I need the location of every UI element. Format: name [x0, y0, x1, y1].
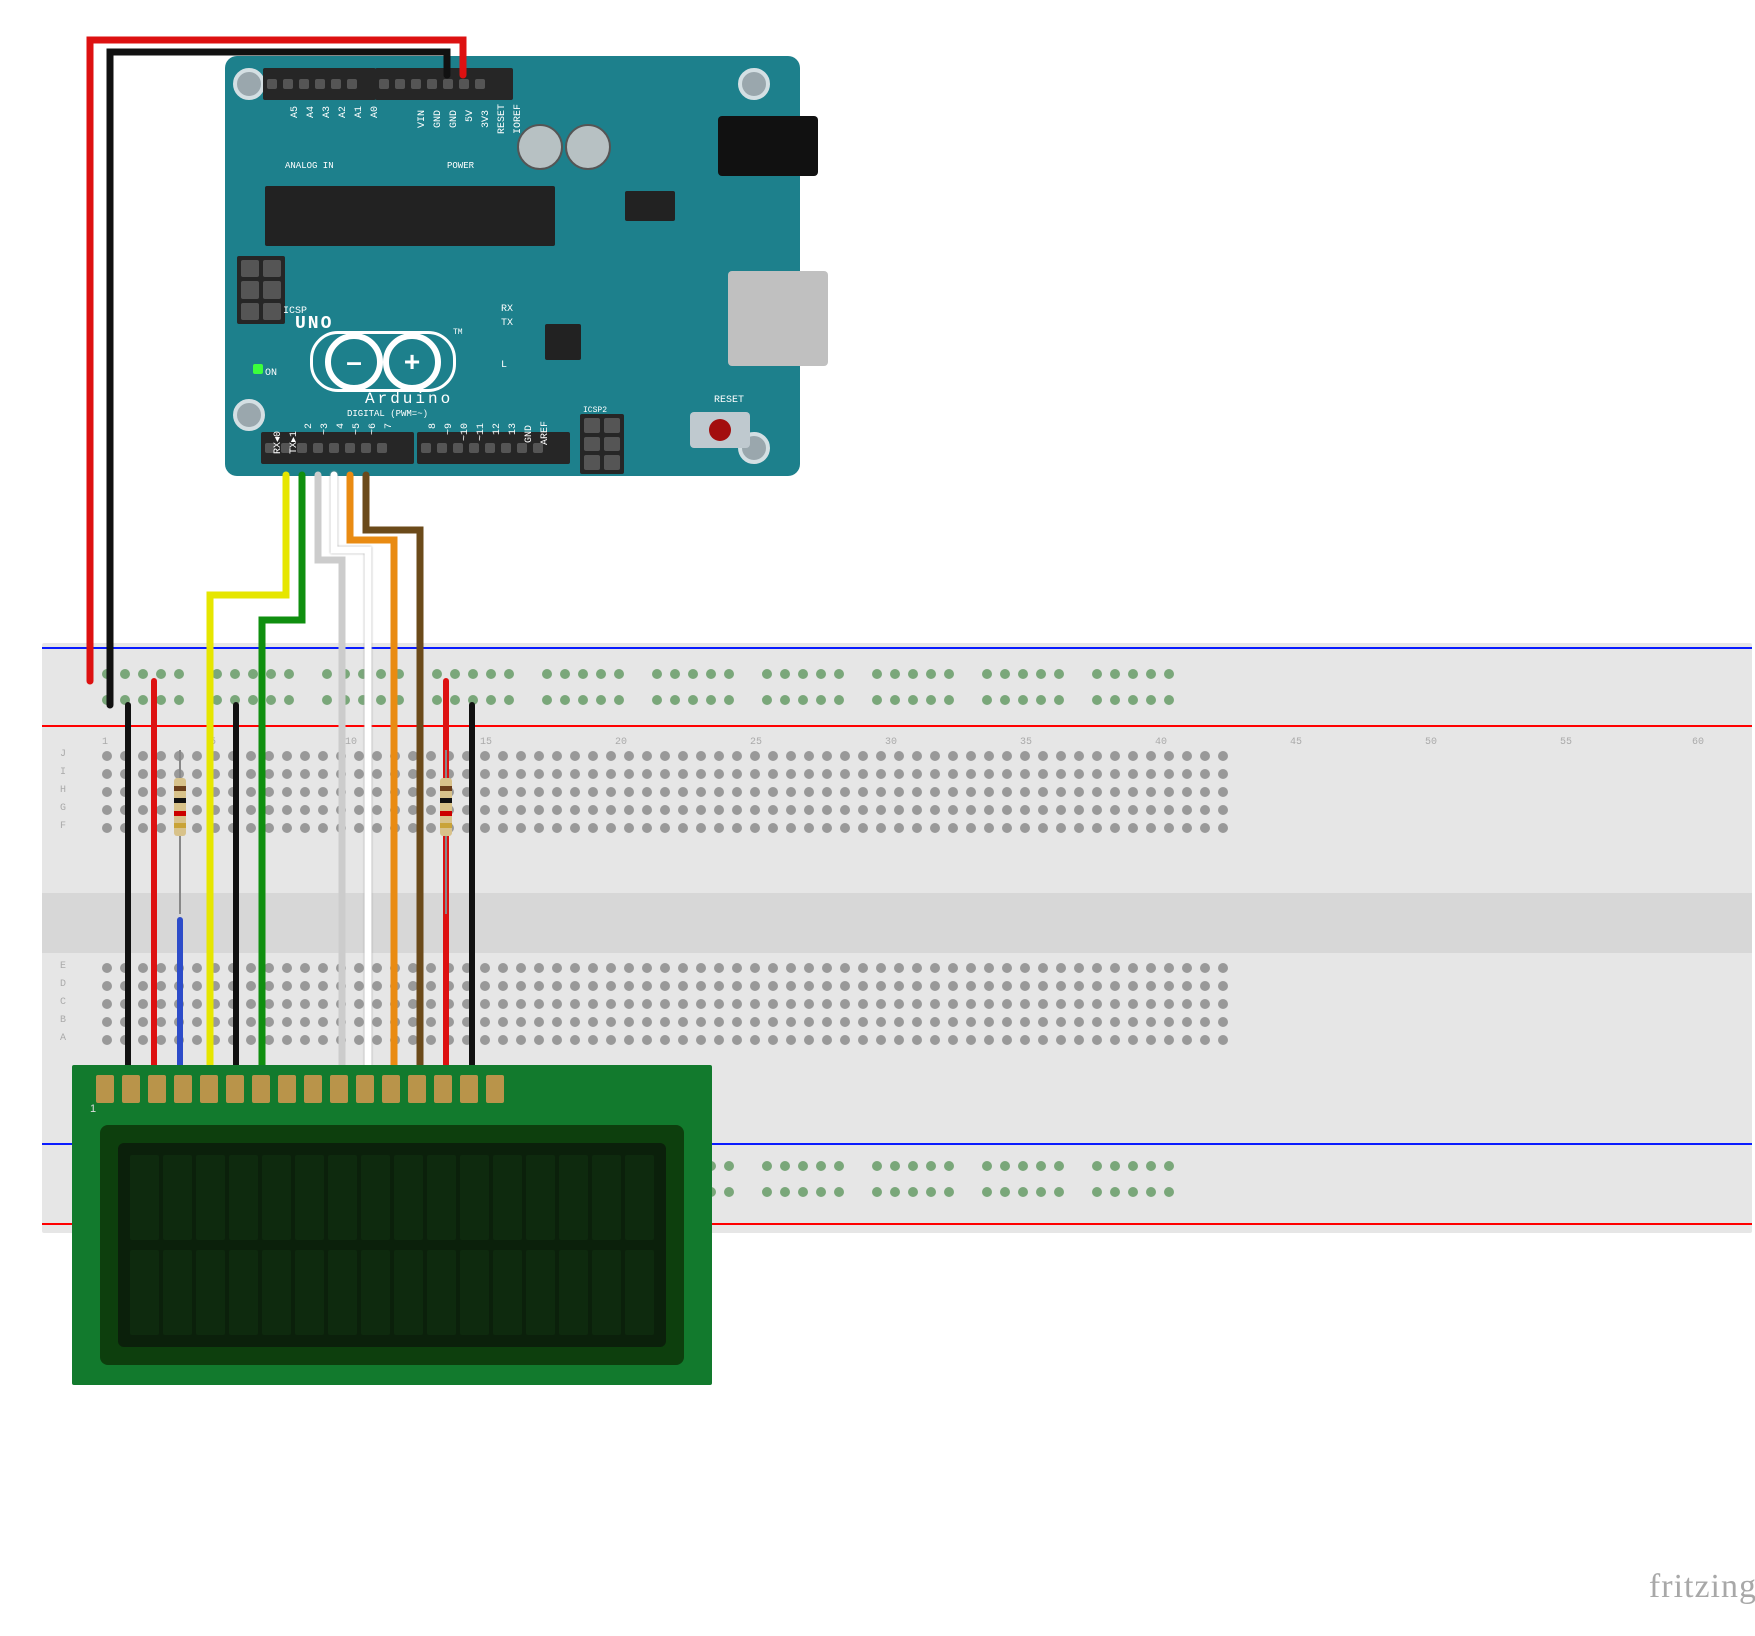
lcd-pin — [304, 1075, 322, 1103]
pin-label: 7 — [384, 423, 395, 429]
resistor-band — [174, 786, 186, 791]
lcd-pin — [174, 1075, 192, 1103]
lcd-pin — [252, 1075, 270, 1103]
capacitor-icon — [517, 124, 563, 170]
bb-top-rail — [42, 651, 1752, 731]
pin-label: 13 — [508, 423, 519, 435]
bb-top-strip: J I H G F — [42, 751, 1752, 881]
pin-label: AREF — [540, 421, 551, 445]
pin-label: 3V3 — [481, 110, 492, 128]
pin-label: A5 — [290, 106, 301, 118]
resistor-band — [440, 823, 452, 828]
pin-label: GND — [433, 110, 444, 128]
lcd-pin — [96, 1075, 114, 1103]
arduino-uno-board: IOREF RESET 3V3 5V GND GND VIN A0 A1 A2 … — [225, 56, 800, 476]
lcd-pin — [434, 1075, 452, 1103]
power-led-icon — [253, 364, 263, 374]
model-label: UNO — [295, 314, 333, 334]
pin-label: A2 — [338, 106, 349, 118]
smd-chip — [625, 191, 675, 221]
diagram-canvas: IOREF RESET 3V3 5V GND GND VIN A0 A1 A2 … — [20, 20, 1755, 1616]
icsp-header — [237, 256, 285, 324]
pin-label: VIN — [417, 110, 428, 128]
atmega-chip — [265, 186, 555, 246]
pin-label: RESET — [497, 104, 508, 134]
group-label: POWER — [447, 161, 474, 171]
led-label: RX — [501, 304, 513, 315]
brand-label: Arduino — [365, 390, 453, 408]
pin-label: 8 — [428, 423, 439, 429]
usb-port — [728, 271, 828, 366]
resistor-r1 — [174, 750, 186, 914]
group-label: ANALOG IN — [285, 161, 334, 171]
pin-label: ~3 — [320, 423, 331, 435]
bb-channel — [42, 893, 1752, 953]
lcd-pin — [460, 1075, 478, 1103]
lcd-screen-bezel — [100, 1125, 684, 1365]
lcd-pin — [356, 1075, 374, 1103]
capacitor-icon — [565, 124, 611, 170]
pin-label: A1 — [354, 106, 365, 118]
pin-label: ~11 — [476, 423, 487, 441]
pin-label: ~10 — [460, 423, 471, 441]
lcd-display — [118, 1143, 666, 1347]
power-jack — [718, 116, 818, 176]
group-label: DIGITAL (PWM=~) — [347, 409, 428, 419]
pin-label: ~5 — [352, 423, 363, 435]
lcd-pin — [486, 1075, 504, 1103]
arduino-power-header — [375, 68, 513, 100]
pin-label: GND — [449, 110, 460, 128]
pin-label: ~6 — [368, 423, 379, 435]
lcd-pin1-label: 1 — [90, 1103, 96, 1115]
resistor-band — [440, 811, 452, 816]
lcd-pin-row — [96, 1075, 504, 1103]
pin-label: RX◂0 — [272, 431, 284, 454]
resistor-band — [440, 798, 452, 803]
lcd-16x2: 1 — [72, 1065, 712, 1385]
resistor-r2 — [440, 750, 452, 914]
icsp2-label: ICSP2 — [583, 406, 607, 415]
pin-label: 5V — [465, 110, 476, 122]
pin-label: A0 — [370, 106, 381, 118]
led-label: L — [501, 360, 507, 371]
reset-button — [690, 412, 750, 448]
lcd-pin — [278, 1075, 296, 1103]
resistor-band — [174, 811, 186, 816]
tm-label: TM — [453, 328, 463, 337]
pin-label: ~9 — [444, 423, 455, 435]
pin-label: TX▸1 — [288, 431, 300, 454]
reset-label: RESET — [714, 395, 744, 406]
resistor-band — [174, 823, 186, 828]
arduino-analog-header — [263, 68, 376, 100]
pin-label: 4 — [336, 423, 347, 429]
pin-label: A4 — [306, 106, 317, 118]
lcd-pin — [122, 1075, 140, 1103]
pin-label: 2 — [304, 423, 315, 429]
resistor-band — [440, 786, 452, 791]
pin-label: GND — [524, 425, 535, 443]
lcd-pin — [148, 1075, 166, 1103]
pin-label: A3 — [322, 106, 333, 118]
lcd-pin — [200, 1075, 218, 1103]
lcd-pin — [408, 1075, 426, 1103]
led-label: ON — [265, 368, 277, 379]
lcd-pin — [330, 1075, 348, 1103]
icsp2-header — [580, 414, 624, 474]
fritzing-watermark: fritzing — [1649, 1568, 1755, 1606]
smd-chip — [545, 324, 581, 360]
pin-label: 12 — [492, 423, 503, 435]
resistor-band — [174, 798, 186, 803]
lcd-pin — [226, 1075, 244, 1103]
pin-label: IOREF — [513, 104, 524, 134]
led-label: TX — [501, 318, 513, 329]
arduino-logo-icon: –+ — [310, 331, 456, 392]
lcd-pin — [382, 1075, 400, 1103]
